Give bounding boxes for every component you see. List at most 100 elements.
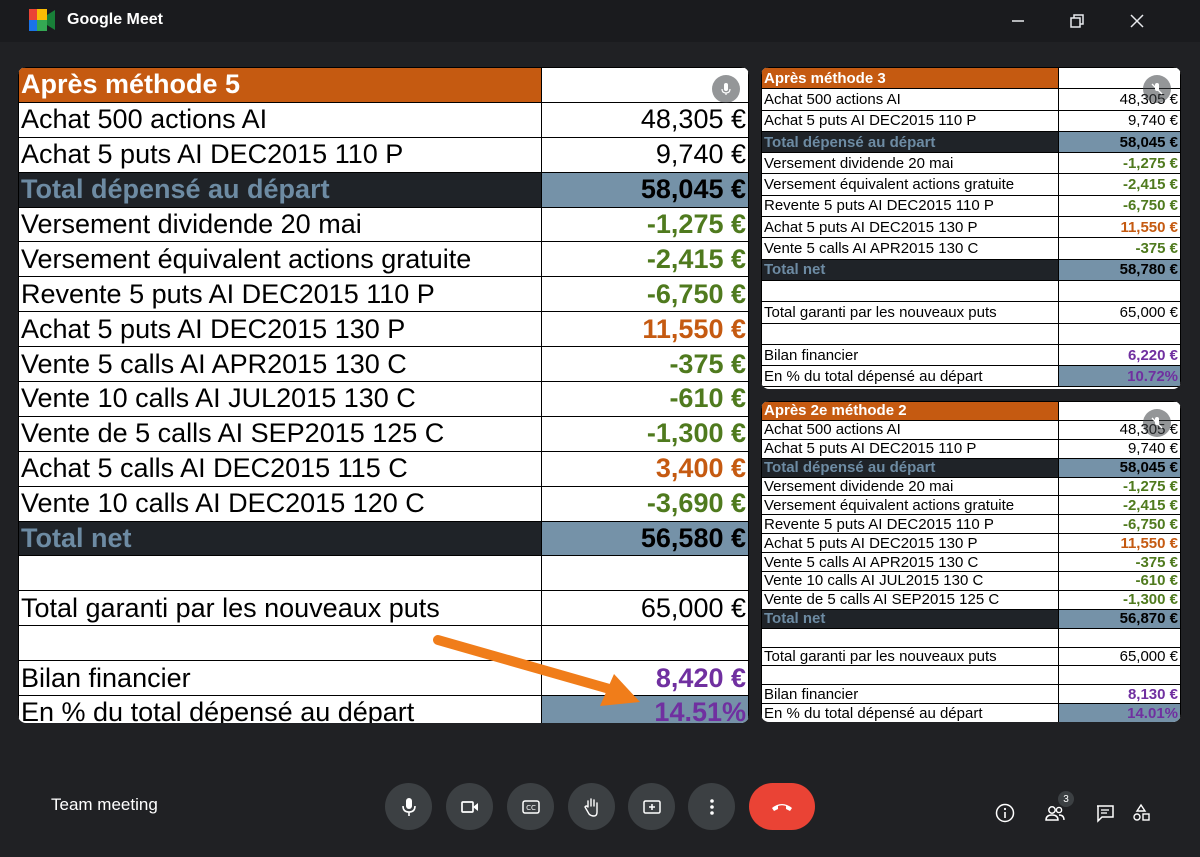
- close-button[interactable]: [1108, 0, 1166, 42]
- row-label: Bilan financier: [761, 684, 1059, 705]
- table-row: Versement équivalent actions gratuite -2,…: [761, 173, 1181, 196]
- table-row: Total garanti par les nouveaux puts 65,00…: [761, 646, 1181, 667]
- row-value: 11,550 €: [541, 311, 749, 348]
- hang-up-icon: [772, 803, 792, 811]
- row-label: En % du total dépensé au départ: [761, 365, 1059, 388]
- row-value: 11,550 €: [1058, 533, 1181, 554]
- row-label: Revente 5 puts AI DEC2015 110 P: [761, 194, 1059, 218]
- row-label: Bilan financier: [761, 343, 1059, 367]
- minimize-button[interactable]: [989, 0, 1047, 42]
- row-label: Total dépensé au départ: [761, 457, 1059, 478]
- table-row: Versement dividende 20 mai -1,275 €: [761, 152, 1181, 175]
- sheet-title-row: Après méthode 5: [18, 67, 749, 103]
- row-value: 8,420 €: [541, 660, 749, 697]
- camera-icon: [460, 800, 478, 813]
- table-row: Achat 500 actions AI 48,305 €: [18, 101, 749, 138]
- row-value: 65,000 €: [1058, 646, 1181, 667]
- table-row: [18, 555, 749, 592]
- tile-mic-indicator: [712, 75, 740, 103]
- sheet-title-row: Après méthode 3: [761, 67, 1181, 90]
- row-value: [1058, 665, 1181, 686]
- table-row: Vente 5 calls AI APR2015 130 C -375 €: [761, 237, 1181, 260]
- leave-call-button[interactable]: [749, 783, 815, 830]
- row-value: 3,400 €: [541, 450, 749, 487]
- row-value: -610 €: [1058, 571, 1181, 591]
- row-value: -2,415 €: [1058, 495, 1181, 516]
- row-label: [18, 555, 542, 592]
- table-row: Bilan financier 8,130 €: [761, 684, 1181, 705]
- row-value: -1,300 €: [541, 415, 749, 452]
- google-meet-logo-icon: [29, 9, 55, 31]
- row-label: Achat 5 puts AI DEC2015 130 P: [18, 311, 542, 348]
- table-row: Vente 5 calls AI APR2015 130 C -375 €: [761, 552, 1181, 573]
- row-value: 9,740 €: [1058, 438, 1181, 459]
- tile-mic-off-indicator: [1143, 409, 1171, 437]
- table-row: Achat 500 actions AI 48,305 €: [761, 88, 1181, 111]
- row-value: 48,305 €: [541, 101, 749, 138]
- row-label: [761, 322, 1059, 345]
- meeting-name: Team meeting: [51, 795, 158, 814]
- main-spreadsheet: Après méthode 5 Achat 500 actions AI 48,30…: [18, 67, 749, 723]
- row-label: Total garanti par les nouveaux puts: [18, 590, 542, 627]
- table-row: Achat 5 puts AI DEC2015 130 P 11,550 €: [18, 311, 749, 348]
- row-label: Versement équivalent actions gratuite: [761, 173, 1059, 196]
- row-label: Vente 5 calls AI APR2015 130 C: [18, 346, 542, 383]
- participant-tile-methode-2[interactable]: Après 2e méthode 2 Achat 500 actions AI 48…: [761, 401, 1181, 722]
- captions-button[interactable]: CC: [507, 783, 554, 830]
- row-value: -6,750 €: [541, 276, 749, 313]
- activities-button[interactable]: [1126, 798, 1156, 828]
- row-label: Versement équivalent actions gratuite: [761, 495, 1059, 516]
- row-value: -2,415 €: [1058, 173, 1181, 196]
- row-label: Achat 5 puts AI DEC2015 110 P: [18, 136, 542, 173]
- row-label: [18, 625, 542, 662]
- table-row: Versement dividende 20 mai -1,275 €: [761, 476, 1181, 497]
- microphone-button[interactable]: [385, 783, 432, 830]
- title-bar: Google Meet: [0, 0, 1200, 42]
- microphone-off-icon: [1151, 83, 1163, 95]
- table-row: Achat 5 calls AI DEC2015 115 C 3,400 €: [18, 450, 749, 487]
- row-value: [1058, 627, 1181, 648]
- row-value: [1058, 279, 1181, 303]
- present-button[interactable]: [628, 783, 675, 830]
- row-value: 6,220 €: [1058, 343, 1181, 367]
- chat-button[interactable]: [1090, 798, 1120, 828]
- row-label: Total net: [761, 258, 1059, 281]
- row-label: Revente 5 puts AI DEC2015 110 P: [761, 514, 1059, 535]
- captions-icon: CC: [521, 799, 540, 814]
- row-value: -3,690 €: [541, 485, 749, 522]
- row-label: Vente 5 calls AI APR2015 130 C: [761, 237, 1059, 260]
- row-label: Total dépensé au départ: [761, 130, 1059, 154]
- raise-hand-button[interactable]: [568, 783, 615, 830]
- row-value: -1,275 €: [541, 206, 749, 243]
- activities-icon: [1133, 803, 1150, 821]
- row-label: Total net: [761, 608, 1059, 629]
- row-label: En % du total dépensé au départ: [18, 695, 542, 723]
- table-row: [761, 279, 1181, 303]
- row-label: Total dépensé au départ: [18, 171, 542, 208]
- table-row: [761, 627, 1181, 648]
- participant-tile-methode-3[interactable]: Après méthode 3 Achat 500 actions AI 48,30…: [761, 67, 1181, 389]
- table-row: Vente 5 calls AI APR2015 130 C -375 €: [18, 346, 749, 383]
- row-value: [541, 555, 749, 592]
- camera-button[interactable]: [446, 783, 493, 830]
- row-label: Total garanti par les nouveaux puts: [761, 301, 1059, 324]
- row-label: [761, 665, 1059, 686]
- spreadsheet-methode-2: Après 2e méthode 2 Achat 500 actions AI 48…: [761, 401, 1181, 722]
- restore-button[interactable]: [1048, 0, 1106, 42]
- restore-icon: [1070, 14, 1084, 28]
- row-label: Vente de 5 calls AI SEP2015 125 C: [18, 415, 542, 452]
- chat-icon: [1097, 805, 1114, 823]
- row-value: 56,870 €: [1058, 608, 1181, 629]
- row-value: -1,275 €: [1058, 152, 1181, 175]
- meeting-details-button[interactable]: [990, 798, 1020, 828]
- row-value: 65,000 €: [541, 590, 749, 627]
- table-row: Achat 5 puts AI DEC2015 130 P 11,550 €: [761, 216, 1181, 239]
- microphone-icon: [721, 83, 731, 95]
- row-label: Achat 5 puts AI DEC2015 130 P: [761, 216, 1059, 239]
- row-value: -1,275 €: [1058, 476, 1181, 497]
- table-row: Vente 10 calls AI JUL2015 130 C -610 €: [18, 381, 749, 417]
- main-presentation-tile[interactable]: Après méthode 5 Achat 500 actions AI 48,30…: [18, 67, 749, 723]
- row-value: -375 €: [541, 346, 749, 383]
- row-label: Versement dividende 20 mai: [18, 206, 542, 243]
- more-options-button[interactable]: [688, 783, 735, 830]
